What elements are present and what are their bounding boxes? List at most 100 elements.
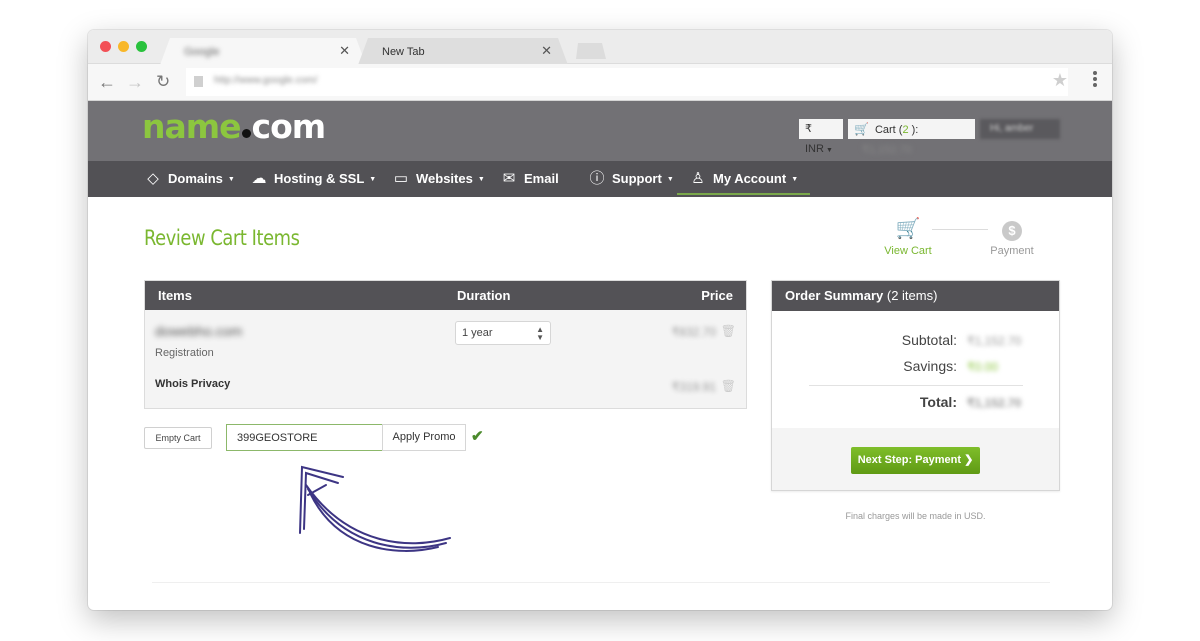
subtotal-label: Subtotal: [901, 332, 957, 348]
logo-com-text: com [251, 107, 327, 146]
table-header: Items Duration Price [145, 281, 746, 310]
bookmark-star-icon[interactable]: ★ [1052, 70, 1068, 91]
nav-my-account[interactable]: ♙ My Account ▼ [676, 161, 811, 197]
chevron-down-icon: ▼ [227, 175, 235, 183]
summary-divider [809, 385, 1023, 386]
cart-icon: 🛒 [895, 218, 921, 240]
close-tab-icon[interactable]: ✕ [541, 43, 552, 59]
nav-support[interactable]: ⓘ Support ▼ [588, 161, 674, 197]
maximize-window-button[interactable] [136, 41, 147, 52]
empty-cart-button[interactable]: Empty Cart [144, 427, 212, 449]
nav-domains[interactable]: ◇ Domains ▼ [144, 161, 235, 197]
page-icon [194, 76, 203, 87]
total-value: ₹1,152.70 [967, 396, 1022, 410]
item-type: Registration [155, 347, 214, 359]
trash-icon[interactable]: 🗑 [721, 324, 736, 338]
promo-code-input[interactable] [226, 424, 383, 451]
dollar-icon: $ [977, 217, 1047, 241]
reload-icon[interactable]: ↻ [156, 72, 170, 92]
logo-dot [241, 129, 251, 138]
total-label: Total: [919, 394, 957, 410]
cloud-upload-icon: ☁ [251, 170, 267, 187]
domain-name: dowebho.com [155, 323, 243, 339]
cart-icon: 🛒 [854, 122, 869, 136]
step-payment: $ Payment [977, 217, 1047, 257]
main-nav: ◇ Domains ▼ ☁ Hosting & SSL ▼ ▭ Websites ▼ ✉ Em… [88, 161, 1112, 197]
header-duration: Duration [457, 288, 511, 303]
currency-selector[interactable]: ₹ INR ▼ [799, 119, 843, 155]
duration-value: 1 year [462, 327, 493, 339]
cart-button[interactable]: 🛒 Cart (2 ):₹1,152.70 [848, 119, 975, 156]
tag-icon: ◇ [147, 170, 159, 187]
savings-value: ₹0.00 [967, 360, 998, 374]
step-label: Payment [990, 245, 1034, 257]
item-name: Whois Privacy [155, 378, 231, 390]
nav-label: Websites [416, 171, 473, 186]
tab-new-tab[interactable]: New Tab ✕ [358, 38, 568, 65]
tab-strip: Google ✕ New Tab ✕ [88, 30, 1112, 64]
nav-label: Email [524, 171, 559, 186]
hand-drawn-arrow-annotation [299, 465, 451, 552]
chevron-down-icon: ▼ [477, 175, 485, 183]
nav-label: Support [612, 171, 662, 186]
subtotal-value: ₹1,152.70 [967, 334, 1022, 348]
step-label: View Cart [884, 245, 932, 257]
address-bar[interactable]: http://www.google.com/ [186, 68, 1068, 96]
summary-item-count: (2 items) [883, 288, 938, 303]
user-icon: ♙ [691, 170, 705, 187]
logo-name-text: name [142, 107, 242, 146]
nav-label: Hosting & SSL [274, 171, 365, 186]
savings-label: Savings: [903, 358, 957, 374]
forward-arrow-icon[interactable]: → [126, 72, 144, 92]
account-dropdown[interactable]: Hi, amber [980, 119, 1060, 139]
item-price: ₹832.70 [671, 325, 716, 339]
tab-title: Google [184, 46, 220, 58]
tab-google[interactable]: Google ✕ [160, 38, 366, 65]
order-summary-header: Order Summary (2 items) [772, 281, 1059, 311]
currency-label: ₹ INR [805, 123, 824, 155]
header-items: Items [158, 288, 192, 303]
envelope-icon: ✉ [502, 170, 516, 187]
browser-window: Google ✕ New Tab ✕ ← → ↻ http://www.goog… [88, 30, 1112, 610]
next-step-payment-button[interactable]: Next Step: Payment ❯ [851, 447, 980, 474]
cart-items-table: Items Duration Price dowebho.com Registr… [144, 280, 747, 409]
cart-suffix: ): [908, 124, 919, 136]
checkout-steps: 🛒 View Cart $ Payment [878, 217, 1048, 267]
name-com-logo[interactable]: name com [142, 107, 327, 146]
chevron-down-icon: ▼ [666, 175, 674, 183]
header-price: Price [701, 288, 733, 303]
nav-email[interactable]: ✉ Email [500, 161, 559, 197]
select-arrows-icon: ▲ ▼ [536, 325, 544, 342]
nav-websites[interactable]: ▭ Websites ▼ [392, 161, 485, 197]
subtotal-row: Subtotal: ₹1,152.70 [902, 332, 1023, 348]
minimize-window-button[interactable] [118, 41, 129, 52]
chevron-down-icon: ▼ [369, 175, 377, 183]
savings-row: Savings: ₹0.00 [903, 358, 1023, 374]
cart-amount: ₹1,152.70 [862, 144, 912, 156]
tab-title: New Tab [382, 46, 425, 58]
close-tab-icon[interactable]: ✕ [339, 43, 350, 59]
back-arrow-icon[interactable]: ← [98, 72, 116, 92]
page-title: Review Cart Items [144, 226, 300, 250]
bottom-divider [152, 582, 1050, 583]
summary-title: Order Summary [785, 288, 884, 303]
order-summary-panel: Order Summary (2 items) Subtotal: ₹1,152.… [771, 280, 1060, 491]
apply-promo-button[interactable]: Apply Promo [382, 424, 466, 451]
duration-select[interactable]: 1 year ▲ ▼ [455, 321, 551, 345]
url-text[interactable]: http://www.google.com/ [214, 75, 317, 86]
close-window-button[interactable] [100, 41, 111, 52]
trash-icon[interactable]: 🗑 [721, 379, 736, 393]
info-icon: ⓘ [589, 170, 605, 187]
nav-label: Domains [168, 171, 223, 186]
usd-note: Final charges will be made in USD. [845, 511, 986, 521]
browser-menu-icon[interactable] [1092, 69, 1098, 89]
monitor-icon: ▭ [393, 170, 409, 187]
total-row: Total: ₹1,152.70 [920, 394, 1023, 410]
item-price: ₹319.91 [671, 380, 716, 394]
chevron-down-icon: ▼ [825, 147, 833, 154]
nav-hosting-ssl[interactable]: ☁ Hosting & SSL ▼ [250, 161, 377, 197]
cart-label: Cart ( [874, 124, 903, 136]
chevron-down-icon: ▼ [791, 175, 799, 183]
new-tab-button[interactable] [572, 43, 606, 59]
nav-label: My Account [713, 171, 787, 186]
